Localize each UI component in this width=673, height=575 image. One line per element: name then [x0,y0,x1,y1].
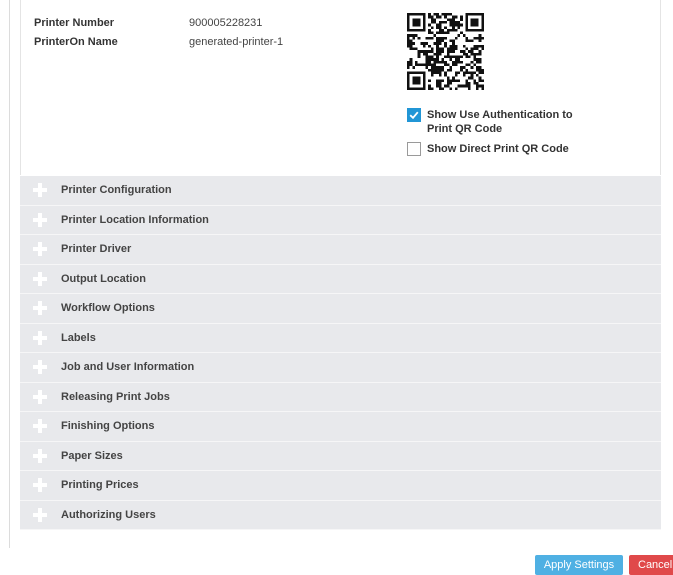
section-workflow-options[interactable]: Workflow Options [20,294,661,324]
section-output-location[interactable]: Output Location [20,264,661,294]
section-labels[interactable]: Labels [20,323,661,353]
apply-settings-button[interactable]: Apply Settings [535,555,623,575]
section-label: Job and User Information [61,361,195,374]
left-border [9,0,10,548]
section-job-and-user-information[interactable]: Job and User Information [20,353,661,383]
printer-info-panel: Printer Number 900005228231 PrinterOn Nam… [20,0,661,175]
expand-plus-icon [33,183,47,198]
expand-plus-icon [33,330,47,345]
section-label: Printing Prices [61,479,139,492]
printeron-name-label: PrinterOn Name [34,36,118,48]
section-printer-configuration[interactable]: Printer Configuration [20,176,661,206]
section-printer-location-information[interactable]: Printer Location Information [20,205,661,235]
expand-plus-icon [33,212,47,227]
section-printer-driver[interactable]: Printer Driver [20,235,661,265]
printer-number-row: Printer Number 900005228231 [34,17,262,30]
section-label: Labels [61,331,96,344]
section-label: Workflow Options [61,302,155,315]
expand-plus-icon [33,389,47,404]
cancel-button[interactable]: Cancel [629,555,673,575]
expand-plus-icon [33,419,47,434]
section-label: Printer Driver [61,243,132,256]
printer-number-label: Printer Number [34,17,115,29]
qr-code-icon [407,13,484,90]
section-label: Printer Configuration [61,184,172,197]
checkmark-icon [409,111,419,120]
expand-plus-icon [33,271,47,286]
expand-plus-icon [33,448,47,463]
auth-qr-label: Show Use Authentication to Print QR Code [427,109,573,135]
expand-plus-icon [33,360,47,375]
section-label: Printer Location Information [61,213,209,226]
printer-settings-dialog: Printer Number 900005228231 PrinterOn Nam… [0,0,673,575]
section-finishing-options[interactable]: Finishing Options [20,412,661,442]
direct-qr-checkbox[interactable] [407,142,421,156]
section-label: Authorizing Users [61,508,156,521]
section-paper-sizes[interactable]: Paper Sizes [20,441,661,471]
direct-qr-label: Show Direct Print QR Code [427,143,569,155]
printeron-name-value: generated-printer-1 [189,36,284,48]
settings-accordion: Printer Configuration Printer Location I… [20,176,661,530]
expand-plus-icon [33,301,47,316]
show-direct-qr-option[interactable]: Show Direct Print QR Code [407,142,597,156]
expand-plus-icon [33,478,47,493]
printeron-name-row: PrinterOn Name generated-printer-1 [34,36,283,49]
section-label: Paper Sizes [61,449,123,462]
show-auth-qr-option[interactable]: Show Use Authentication to Print QR Code [407,108,597,136]
section-authorizing-users[interactable]: Authorizing Users [20,500,661,530]
section-label: Finishing Options [61,420,155,433]
auth-qr-checkbox[interactable] [407,108,421,122]
section-printing-prices[interactable]: Printing Prices [20,471,661,501]
expand-plus-icon [33,242,47,257]
section-label: Output Location [61,272,146,285]
section-releasing-print-jobs[interactable]: Releasing Print Jobs [20,382,661,412]
printer-number-value: 900005228231 [189,17,263,29]
section-label: Releasing Print Jobs [61,390,170,403]
expand-plus-icon [33,507,47,522]
